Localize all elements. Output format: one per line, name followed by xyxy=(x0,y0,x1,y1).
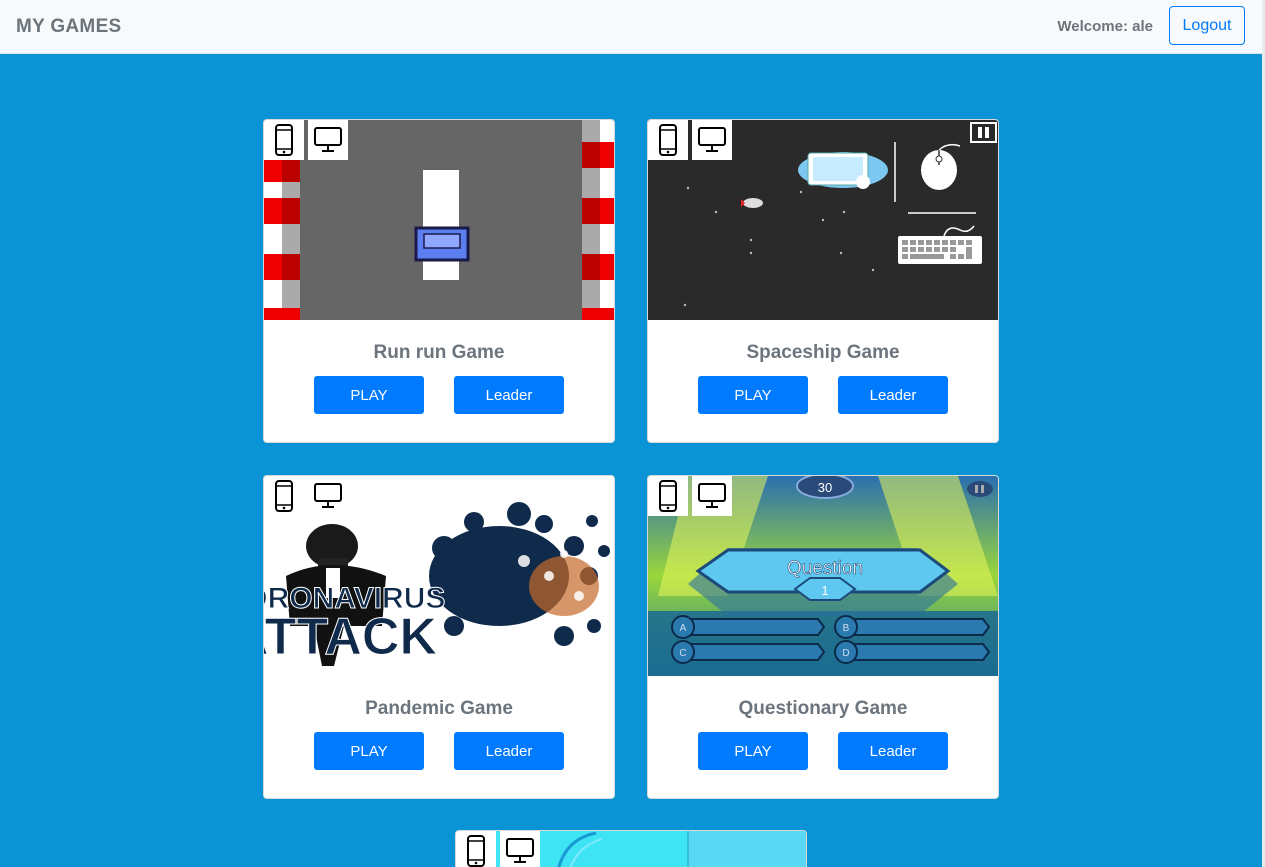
question-number: 1 xyxy=(821,583,828,598)
welcome-text: Welcome: ale xyxy=(1057,18,1153,35)
desktop-icon xyxy=(308,476,348,516)
phone-icon xyxy=(648,476,688,516)
timer-text: 30 xyxy=(818,480,832,495)
play-button[interactable]: PLAY xyxy=(314,376,424,414)
game-title: Spaceship Game xyxy=(746,342,900,363)
phone-icon xyxy=(456,831,496,867)
question-label: Question xyxy=(787,558,863,579)
game-card-spaceship: Spaceship Game PLAY Leader xyxy=(647,119,999,443)
game-thumbnail-spaceship[interactable] xyxy=(648,120,998,320)
answer-d: D xyxy=(842,648,849,659)
game-card-partial xyxy=(455,830,807,867)
game-card-runrun: Run run Game PLAY Leader xyxy=(263,119,615,443)
phone-icon xyxy=(264,120,304,160)
game-title: Questionary Game xyxy=(738,698,908,719)
play-button[interactable]: PLAY xyxy=(698,376,808,414)
play-button[interactable]: PLAY xyxy=(698,732,808,770)
brand[interactable]: MY GAMES xyxy=(16,16,122,38)
phone-icon xyxy=(648,120,688,160)
game-card-pandemic: CORONAVIRUS ATTACK Pandemic Game PLAY Le… xyxy=(263,475,615,799)
game-title: Pandemic Game xyxy=(365,698,513,719)
desktop-icon xyxy=(500,831,540,867)
navbar: MY GAMES Welcome: ale Logout xyxy=(0,0,1262,54)
leader-button[interactable]: Leader xyxy=(838,376,948,414)
desktop-icon xyxy=(692,120,732,160)
pandemic-line2: ATTACK xyxy=(264,608,437,666)
phone-icon xyxy=(264,476,304,516)
leader-button[interactable]: Leader xyxy=(838,732,948,770)
desktop-icon xyxy=(692,476,732,516)
game-thumbnail-runrun[interactable] xyxy=(264,120,614,320)
leader-button[interactable]: Leader xyxy=(454,376,564,414)
game-card-questionary: 30 Question 1 A B C D Questionary Game P… xyxy=(647,475,999,799)
logout-button[interactable]: Logout xyxy=(1169,6,1245,45)
leader-button[interactable]: Leader xyxy=(454,732,564,770)
answer-c: C xyxy=(679,648,686,659)
game-thumbnail-pandemic[interactable]: CORONAVIRUS ATTACK xyxy=(264,476,614,676)
desktop-icon xyxy=(308,120,348,160)
game-thumbnail-partial[interactable] xyxy=(456,831,806,867)
game-thumbnail-questionary[interactable]: 30 Question 1 A B C D xyxy=(648,476,998,676)
game-title: Run run Game xyxy=(373,342,505,363)
answer-b: B xyxy=(843,623,850,634)
answer-a: A xyxy=(680,623,687,634)
play-button[interactable]: PLAY xyxy=(314,732,424,770)
